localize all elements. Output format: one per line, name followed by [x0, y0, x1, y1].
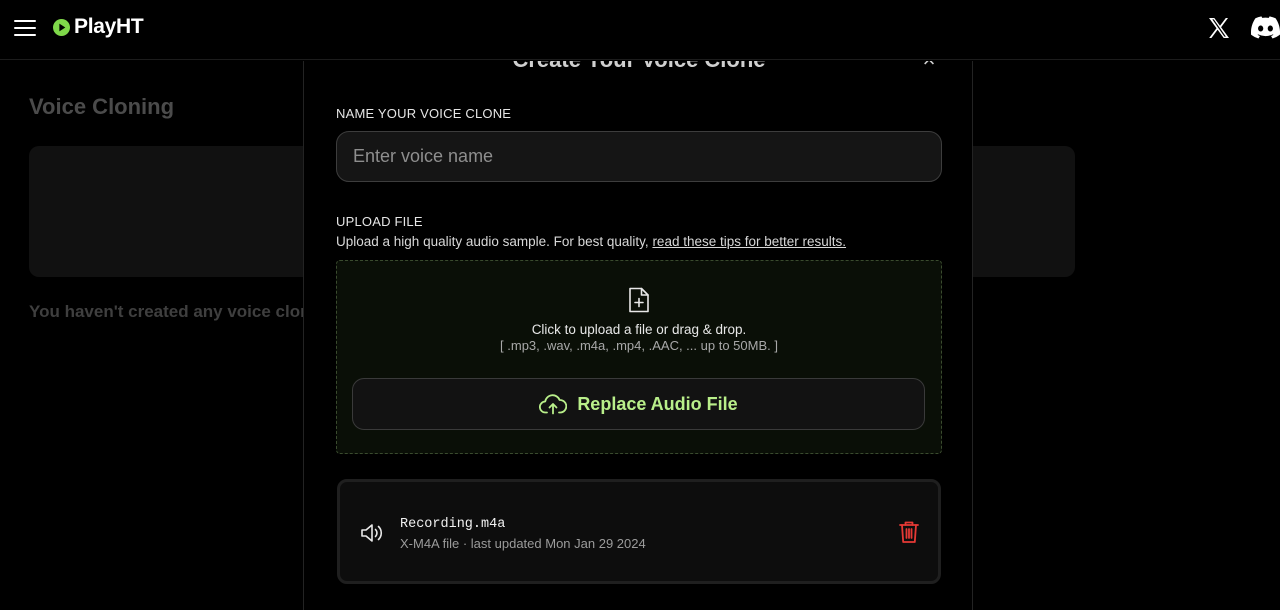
trash-icon[interactable]	[898, 520, 920, 544]
speaker-icon	[361, 524, 383, 542]
close-icon[interactable]: ×	[918, 61, 940, 71]
top-nav: PlayHT	[0, 0, 1280, 60]
name-label: NAME YOUR VOICE CLONE	[336, 106, 512, 121]
upload-help-text: Upload a high quality audio sample. For …	[336, 234, 846, 249]
upload-help-copy: Upload a high quality audio sample. For …	[336, 234, 653, 249]
brand-name: PlayHT	[74, 15, 144, 38]
uploaded-file-card: Recording.m4a X-M4A file · last updated …	[337, 479, 941, 584]
file-name: Recording.m4a	[400, 517, 506, 532]
cloud-upload-icon	[539, 394, 568, 415]
voice-name-input[interactable]	[336, 131, 942, 182]
replace-audio-label: Replace Audio File	[577, 393, 738, 414]
menu-icon[interactable]	[14, 18, 36, 38]
file-meta: X-M4A file · last updated Mon Jan 29 202…	[400, 536, 646, 551]
replace-audio-button[interactable]: Replace Audio File	[352, 378, 925, 430]
file-add-icon	[629, 287, 649, 313]
dropzone-instruction: Click to upload a file or drag & drop.	[531, 322, 747, 337]
voice-clone-modal: Create Your Voice Clone × NAME YOUR VOIC…	[303, 61, 973, 610]
tips-link[interactable]: read these tips for better results.	[652, 234, 846, 249]
dropzone-formats: [ .mp3, .wav, .m4a, .mp4, .AAC, ... up t…	[500, 338, 778, 353]
upload-label: UPLOAD FILE	[336, 214, 423, 229]
brand-logo-link[interactable]: PlayHT	[53, 15, 144, 39]
discord-icon[interactable]	[1251, 16, 1280, 39]
modal-title: Create Your Voice Clone	[304, 61, 972, 73]
page-title: Voice Cloning	[29, 94, 175, 119]
x-logo-icon[interactable]	[1207, 16, 1231, 40]
play-logo-icon	[53, 18, 70, 36]
upload-dropzone[interactable]: Click to upload a file or drag & drop. […	[336, 260, 942, 454]
